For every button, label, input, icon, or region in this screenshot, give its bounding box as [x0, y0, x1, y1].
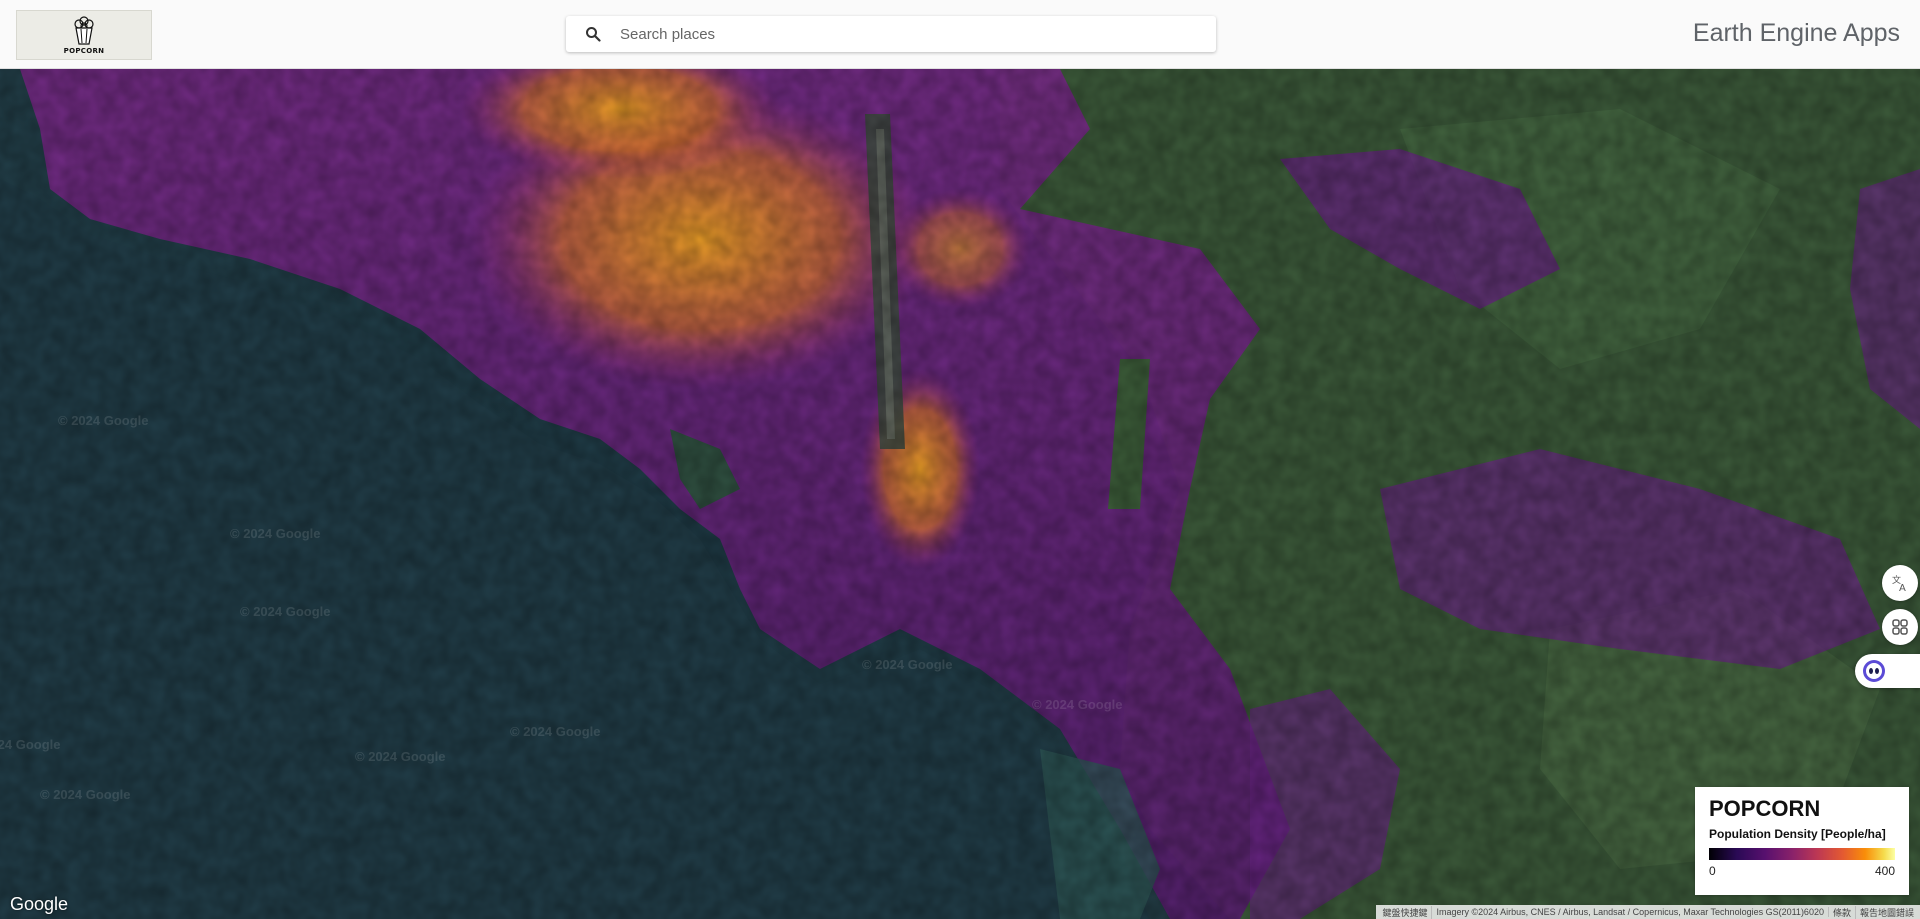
legend-subtitle: Population Density [People/ha]	[1709, 827, 1886, 841]
search-bar[interactable]	[566, 16, 1216, 52]
map-watermark: © 2024 Google	[230, 526, 321, 541]
map-canvas[interactable]: © 2024 Google © 2024 Google © 2024 Googl…	[0, 69, 1920, 919]
map-watermark: © 2024 Google	[240, 604, 331, 619]
search-input[interactable]	[618, 24, 1182, 44]
map-attribution: 鍵盤快捷鍵 Imagery ©2024 Airbus, CNES / Airbu…	[1376, 905, 1920, 919]
assistant-tab[interactable]	[1855, 654, 1920, 688]
translate-button[interactable]: 文 A	[1882, 565, 1918, 601]
top-bar: POPCORN Earth Engine Apps	[0, 0, 1920, 69]
legend-colorbar	[1709, 848, 1895, 860]
google-logo: Google	[10, 894, 69, 914]
search-icon[interactable]	[582, 23, 604, 45]
satellite-imagery	[0, 69, 1920, 919]
map-watermark: © 2024 Google	[862, 657, 953, 672]
legend-min: 0	[1709, 864, 1716, 878]
imagery-credit: Imagery ©2024 Airbus, CNES / Airbus, Lan…	[1432, 907, 1829, 917]
map-watermark: © 2024 Google	[58, 413, 149, 428]
legend-title: POPCORN	[1709, 796, 1821, 821]
extensions-button[interactable]	[1882, 609, 1918, 645]
legend-panel: POPCORN Population Density [People/ha] 0…	[1695, 787, 1909, 895]
map-watermark: © 2024 Google	[355, 749, 446, 764]
map-watermark: © 2024 Google	[0, 737, 61, 752]
assistant-face-icon	[1863, 660, 1885, 682]
svg-text:A: A	[1899, 583, 1906, 593]
app-title[interactable]: Earth Engine Apps	[1693, 19, 1900, 48]
map-watermark: © 2024 Google	[40, 787, 131, 802]
logo-label: POPCORN	[63, 46, 105, 55]
translate-icon: 文 A	[1892, 574, 1906, 593]
popcorn-bucket-icon	[74, 15, 94, 45]
report-map-error-link[interactable]: 報告地圖錯誤	[1856, 906, 1918, 919]
extensions-icon	[1892, 619, 1908, 635]
map-watermark: © 2024 Google	[510, 724, 601, 739]
terms-link[interactable]: 條款	[1829, 905, 1856, 919]
legend-max: 400	[1874, 864, 1895, 878]
keyboard-shortcuts-link[interactable]: 鍵盤快捷鍵	[1378, 905, 1433, 919]
map-watermark: © 2024 Google	[1032, 697, 1123, 712]
popcorn-logo[interactable]: POPCORN	[16, 10, 152, 60]
